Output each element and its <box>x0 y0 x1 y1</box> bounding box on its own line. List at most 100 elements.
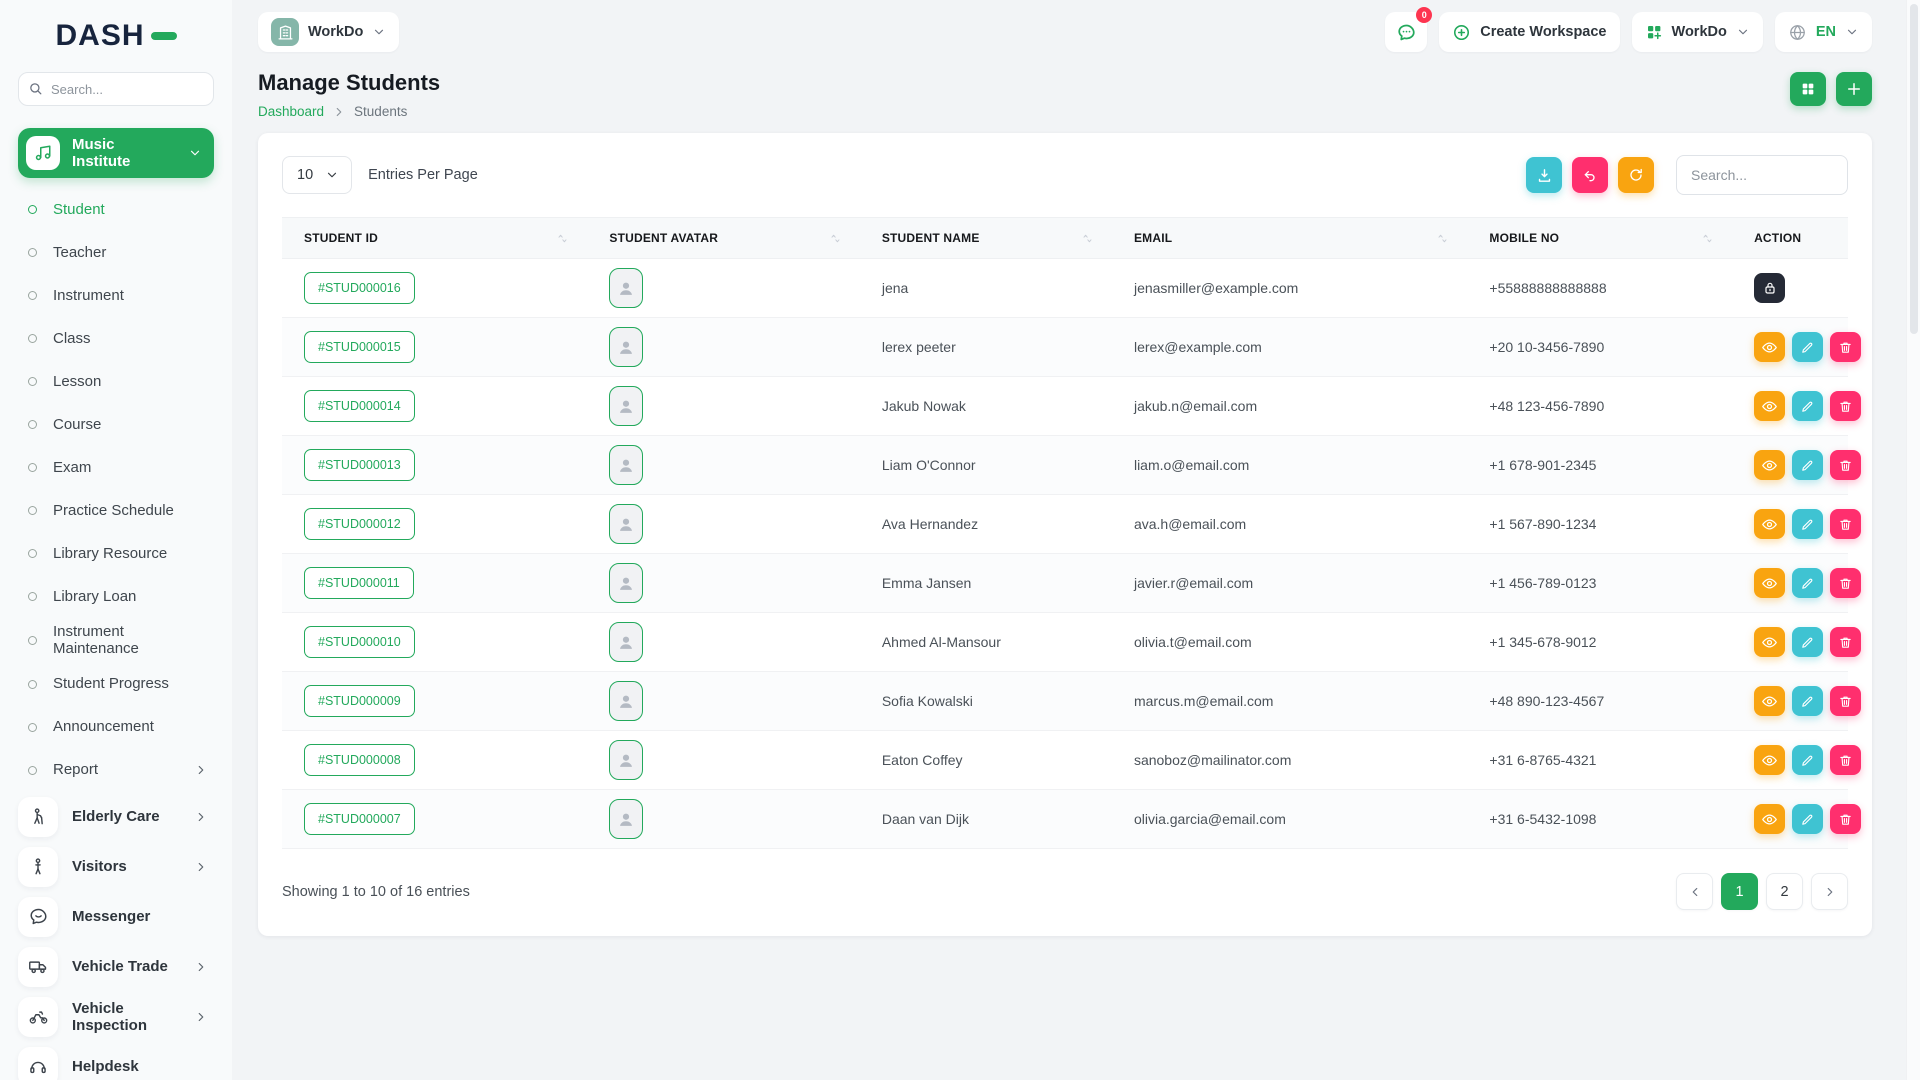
delete-button[interactable] <box>1830 332 1861 362</box>
student-id-badge[interactable]: #STUD000010 <box>304 626 415 658</box>
view-button[interactable] <box>1754 391 1785 421</box>
scrollbar-thumb[interactable] <box>1910 4 1918 334</box>
sidebar-module-elderly-care[interactable]: Elderly Care <box>18 792 214 842</box>
student-id-badge[interactable]: #STUD000011 <box>304 567 414 599</box>
delete-button[interactable] <box>1830 804 1861 834</box>
header-mobile-no[interactable]: MOBILE NO <box>1467 231 1732 245</box>
edit-button[interactable] <box>1792 745 1823 775</box>
student-id-badge[interactable]: #STUD000009 <box>304 685 415 717</box>
pagination-page-1[interactable]: 1 <box>1721 873 1758 910</box>
delete-button[interactable] <box>1830 686 1861 716</box>
entries-value: 10 <box>297 167 313 183</box>
export-button[interactable] <box>1526 157 1562 193</box>
pagination-page-2[interactable]: 2 <box>1766 873 1803 910</box>
header-action: ACTION <box>1732 231 1848 245</box>
breadcrumb-dashboard-link[interactable]: Dashboard <box>258 104 324 119</box>
student-name-cell: lerex peeter <box>860 339 1112 355</box>
create-workspace-button[interactable]: Create Workspace <box>1439 12 1619 52</box>
delete-button[interactable] <box>1830 568 1861 598</box>
sidebar-item-exam[interactable]: Exam <box>18 446 214 489</box>
view-button[interactable] <box>1754 568 1785 598</box>
circle-icon <box>28 636 37 645</box>
sidebar-group-music-institute[interactable]: Music Institute <box>18 128 214 178</box>
sidebar-item-announcement[interactable]: Announcement <box>18 706 214 749</box>
edit-button[interactable] <box>1792 450 1823 480</box>
apps-menu-button[interactable]: WorkDo <box>1632 12 1763 52</box>
edit-button[interactable] <box>1792 686 1823 716</box>
edit-button[interactable] <box>1792 804 1823 834</box>
delete-button[interactable] <box>1830 745 1861 775</box>
edit-button[interactable] <box>1792 509 1823 539</box>
student-id-badge[interactable]: #STUD000014 <box>304 390 415 422</box>
student-id-badge[interactable]: #STUD000007 <box>304 803 415 835</box>
edit-button[interactable] <box>1792 391 1823 421</box>
sidebar-search-input[interactable] <box>18 72 214 106</box>
header-student-avatar[interactable]: STUDENT AVATAR <box>587 231 859 245</box>
student-id-badge[interactable]: #STUD000016 <box>304 272 415 304</box>
row-actions <box>1754 745 1861 775</box>
workspace-selector[interactable]: WorkDo <box>258 12 399 52</box>
refresh-button[interactable] <box>1618 157 1654 193</box>
sidebar-item-student-progress[interactable]: Student Progress <box>18 663 214 706</box>
view-button[interactable] <box>1754 332 1785 362</box>
delete-button[interactable] <box>1830 509 1861 539</box>
sidebar-item-student[interactable]: Student <box>18 188 214 231</box>
view-button[interactable] <box>1754 450 1785 480</box>
sidebar-module-messenger[interactable]: Messenger <box>18 892 214 942</box>
pagination-prev-button[interactable] <box>1676 873 1713 910</box>
window-scrollbar[interactable] <box>1906 0 1920 1080</box>
sidebar-item-teacher[interactable]: Teacher <box>18 231 214 274</box>
view-button[interactable] <box>1754 627 1785 657</box>
sidebar-item-lesson[interactable]: Lesson <box>18 360 214 403</box>
header-student-name[interactable]: STUDENT NAME <box>860 231 1112 245</box>
student-id-badge[interactable]: #STUD000013 <box>304 449 415 481</box>
messages-button[interactable]: 0 <box>1385 12 1427 52</box>
sidebar-item-instrument[interactable]: Instrument <box>18 274 214 317</box>
view-button[interactable] <box>1754 804 1785 834</box>
main-content: WorkDo 0 Create Workspace WorkDo <box>232 0 1920 1080</box>
delete-button[interactable] <box>1830 391 1861 421</box>
sidebar-item-library-loan[interactable]: Library Loan <box>18 575 214 618</box>
view-button[interactable] <box>1754 509 1785 539</box>
view-button[interactable] <box>1754 686 1785 716</box>
sidebar-module-vehicle-trade[interactable]: Vehicle Trade <box>18 942 214 992</box>
entries-per-page-select[interactable]: 10 <box>282 156 352 194</box>
pencil-icon <box>1800 576 1815 591</box>
sidebar-module-label: Helpdesk <box>72 1058 214 1075</box>
table-search-input[interactable] <box>1676 155 1848 195</box>
pagination-next-button[interactable] <box>1811 873 1848 910</box>
student-id-badge[interactable]: #STUD000012 <box>304 508 415 540</box>
add-student-button[interactable] <box>1836 72 1872 106</box>
breadcrumb-current: Students <box>354 104 407 119</box>
sidebar-item-report[interactable]: Report <box>18 749 214 792</box>
sidebar-module-helpdesk[interactable]: Helpdesk <box>18 1042 214 1080</box>
grid-view-button[interactable] <box>1790 72 1826 106</box>
reset-button[interactable] <box>1572 157 1608 193</box>
sidebar-item-instrument-maintenance[interactable]: Instrument Maintenance <box>18 618 214 663</box>
sidebar-item-course[interactable]: Course <box>18 403 214 446</box>
header-email[interactable]: EMAIL <box>1112 231 1467 245</box>
chevron-right-icon <box>194 1010 208 1024</box>
student-name-cell: jena <box>860 280 1112 296</box>
lock-button[interactable] <box>1754 273 1785 303</box>
student-id-badge[interactable]: #STUD000015 <box>304 331 415 363</box>
student-mobile-cell: +48 123-456-7890 <box>1467 398 1732 414</box>
language-selector[interactable]: EN <box>1775 12 1872 52</box>
sidebar-item-library-resource[interactable]: Library Resource <box>18 532 214 575</box>
table-body: #STUD000016jenajenasmiller@example.com+5… <box>282 259 1848 849</box>
edit-button[interactable] <box>1792 568 1823 598</box>
sidebar-item-practice-schedule[interactable]: Practice Schedule <box>18 489 214 532</box>
sidebar-module-visitors[interactable]: Visitors <box>18 842 214 892</box>
student-id-badge[interactable]: #STUD000008 <box>304 744 415 776</box>
header-student-id[interactable]: STUDENT ID <box>282 231 587 245</box>
sidebar-item-class[interactable]: Class <box>18 317 214 360</box>
student-email-cell: sanoboz@mailinator.com <box>1112 752 1467 768</box>
edit-button[interactable] <box>1792 332 1823 362</box>
delete-button[interactable] <box>1830 627 1861 657</box>
edit-button[interactable] <box>1792 627 1823 657</box>
view-button[interactable] <box>1754 745 1785 775</box>
students-table: STUDENT ID STUDENT AVATAR STUDENT NAME E… <box>282 217 1848 849</box>
sidebar-module-vehicle-inspection[interactable]: Vehicle Inspection <box>18 992 214 1042</box>
sidebar-item-label: Instrument Maintenance <box>53 623 214 658</box>
delete-button[interactable] <box>1830 450 1861 480</box>
